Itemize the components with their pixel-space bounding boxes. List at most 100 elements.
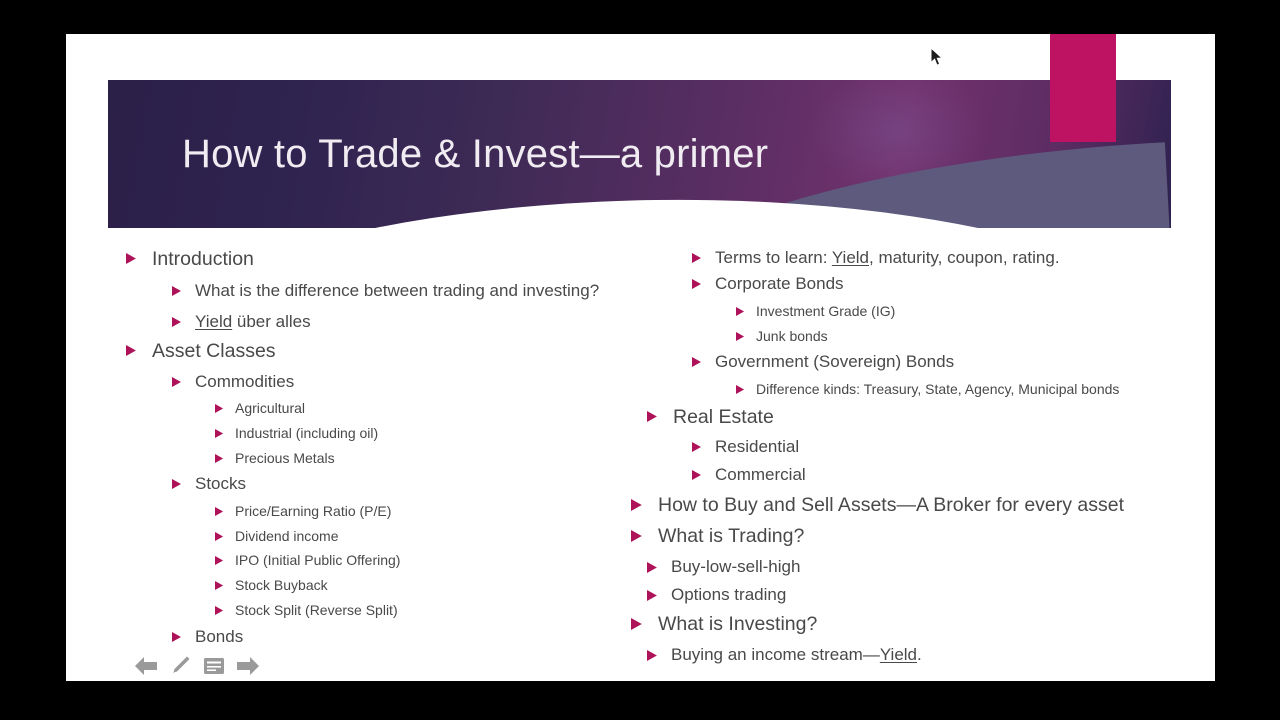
list-item-label: Price/Earning Ratio (P/E) xyxy=(235,502,392,519)
bullet-triangle-icon xyxy=(736,328,745,341)
list-item: Stock Split (Reverse Split) xyxy=(215,602,646,619)
list-item-label: Industrial (including oil) xyxy=(235,424,379,441)
list-item-label: Real Estate xyxy=(673,405,774,428)
bullet-triangle-icon xyxy=(736,303,745,316)
list-item-label: Stock Buyback xyxy=(235,577,328,594)
presenter-toolbar[interactable] xyxy=(134,654,260,681)
bullet-triangle-icon xyxy=(215,425,224,438)
list-item: Stock Buyback xyxy=(215,577,646,594)
underlined-term: Yield xyxy=(195,311,233,331)
list-item-label: Difference kinds: Treasury, State, Agenc… xyxy=(756,380,1120,397)
list-item: Dividend income xyxy=(215,528,646,545)
underlined-term: Yield xyxy=(831,248,870,267)
list-item: Commercial xyxy=(692,465,1191,485)
bullet-triangle-icon xyxy=(692,274,702,290)
bullet-triangle-icon xyxy=(692,248,702,263)
list-item: IPO (Initial Public Offering) xyxy=(215,552,646,569)
list-item-label: Terms to learn: Yield, maturity, coupon,… xyxy=(715,248,1060,267)
list-item: Stocks xyxy=(172,474,646,494)
list-item-label: Bonds xyxy=(195,626,244,646)
list-item-label: IPO (Initial Public Offering) xyxy=(235,552,401,569)
next-slide-arrow-icon[interactable] xyxy=(236,655,260,681)
list-item: What is Investing? xyxy=(631,613,1191,636)
previous-slide-arrow-icon[interactable] xyxy=(134,655,158,681)
list-item-label: Introduction xyxy=(152,248,254,270)
bullet-triangle-icon xyxy=(692,437,702,452)
list-item-label: Yield über alles xyxy=(195,311,311,331)
list-item: Government (Sovereign) Bonds xyxy=(692,352,1191,372)
video-viewport: How to Trade & Invest—a primer Introduct… xyxy=(0,0,1280,720)
accent-block xyxy=(1050,34,1116,142)
outline-right-column: Terms to learn: Yield, maturity, coupon,… xyxy=(631,248,1191,665)
bullet-triangle-icon xyxy=(631,494,643,511)
bullet-triangle-icon xyxy=(215,528,224,541)
list-item: Options trading xyxy=(647,585,1191,605)
bullet-triangle-icon xyxy=(647,557,658,573)
list-item-label: Stock Split (Reverse Split) xyxy=(235,601,398,618)
bullet-triangle-icon xyxy=(647,406,658,422)
list-item-label: Government (Sovereign) Bonds xyxy=(715,352,955,372)
list-item-label: Residential xyxy=(715,436,800,456)
list-item: Buying an income stream—Yield. xyxy=(647,645,1191,665)
list-item-label: Junk bonds xyxy=(756,327,828,344)
bullet-triangle-icon xyxy=(172,281,182,297)
bullet-triangle-icon xyxy=(692,465,702,481)
bullet-triangle-icon xyxy=(126,340,137,357)
list-item: Real Estate xyxy=(647,406,1191,429)
list-item-label: Investment Grade (IG) xyxy=(756,302,896,319)
list-item: Investment Grade (IG) xyxy=(736,303,1191,320)
list-item-label: Corporate Bonds xyxy=(715,274,844,294)
bullet-triangle-icon xyxy=(215,503,224,516)
list-item-label: Commodities xyxy=(195,371,295,391)
list-item: Precious Metals xyxy=(215,450,646,467)
list-item: Commodities xyxy=(172,372,646,392)
list-item: Introduction xyxy=(126,248,646,271)
list-item-label: Options trading xyxy=(671,584,787,604)
outline-left-column: Introduction What is the difference betw… xyxy=(126,248,646,647)
list-item: Residential xyxy=(692,437,1191,457)
list-item: What is the difference between trading a… xyxy=(172,281,646,301)
list-item: Asset Classes xyxy=(126,340,646,363)
bullet-triangle-icon xyxy=(172,474,182,490)
list-item: How to Buy and Sell Assets—A Broker for … xyxy=(631,494,1191,517)
list-item-label: What is Trading? xyxy=(658,525,805,548)
list-item-label: Buying an income stream—Yield. xyxy=(671,644,922,664)
list-item: Buy-low-sell-high xyxy=(647,557,1191,577)
bullet-triangle-icon xyxy=(647,585,658,601)
bullet-triangle-icon xyxy=(215,400,224,413)
list-item-label: Dividend income xyxy=(235,527,339,544)
list-item: Difference kinds: Treasury, State, Agenc… xyxy=(736,381,1191,398)
list-item: Price/Earning Ratio (P/E) xyxy=(215,503,646,520)
list-item: Corporate Bonds xyxy=(692,274,1191,294)
pen-icon[interactable] xyxy=(168,654,192,681)
bullet-triangle-icon xyxy=(215,552,224,566)
list-item: Yield über alles xyxy=(172,312,646,332)
list-item-label: Stocks xyxy=(195,474,247,494)
list-item-label: What is the difference between trading a… xyxy=(195,281,600,301)
list-item-label: Commercial xyxy=(715,465,806,485)
bullet-triangle-icon xyxy=(172,312,182,327)
bullet-triangle-icon xyxy=(647,645,658,661)
bullet-triangle-icon xyxy=(215,450,224,463)
list-item: Terms to learn: Yield, maturity, coupon,… xyxy=(692,248,1191,268)
bullet-triangle-icon xyxy=(631,525,643,543)
bullet-triangle-icon xyxy=(215,602,224,615)
slide-title: How to Trade & Invest—a primer xyxy=(182,132,769,176)
bullet-triangle-icon xyxy=(215,577,224,591)
bullet-triangle-icon xyxy=(172,627,182,642)
slide-menu-icon[interactable] xyxy=(202,656,226,681)
bullet-triangle-icon xyxy=(631,613,643,631)
list-item: Agricultural xyxy=(215,400,646,417)
list-item-label: How to Buy and Sell Assets—A Broker for … xyxy=(658,493,1125,516)
slide-title-banner: How to Trade & Invest—a primer xyxy=(108,80,1171,228)
list-item: Bonds xyxy=(172,627,646,647)
list-item-label: Buy-low-sell-high xyxy=(671,556,801,576)
bullet-triangle-icon xyxy=(692,352,702,368)
list-item-label: Precious Metals xyxy=(235,449,335,466)
list-item: Industrial (including oil) xyxy=(215,425,646,442)
bullet-triangle-icon xyxy=(126,248,137,264)
list-item: Junk bonds xyxy=(736,328,1191,345)
list-item: What is Trading? xyxy=(631,525,1191,548)
presentation-slide: How to Trade & Invest—a primer Introduct… xyxy=(66,34,1215,681)
underlined-term: Yield xyxy=(879,644,917,664)
